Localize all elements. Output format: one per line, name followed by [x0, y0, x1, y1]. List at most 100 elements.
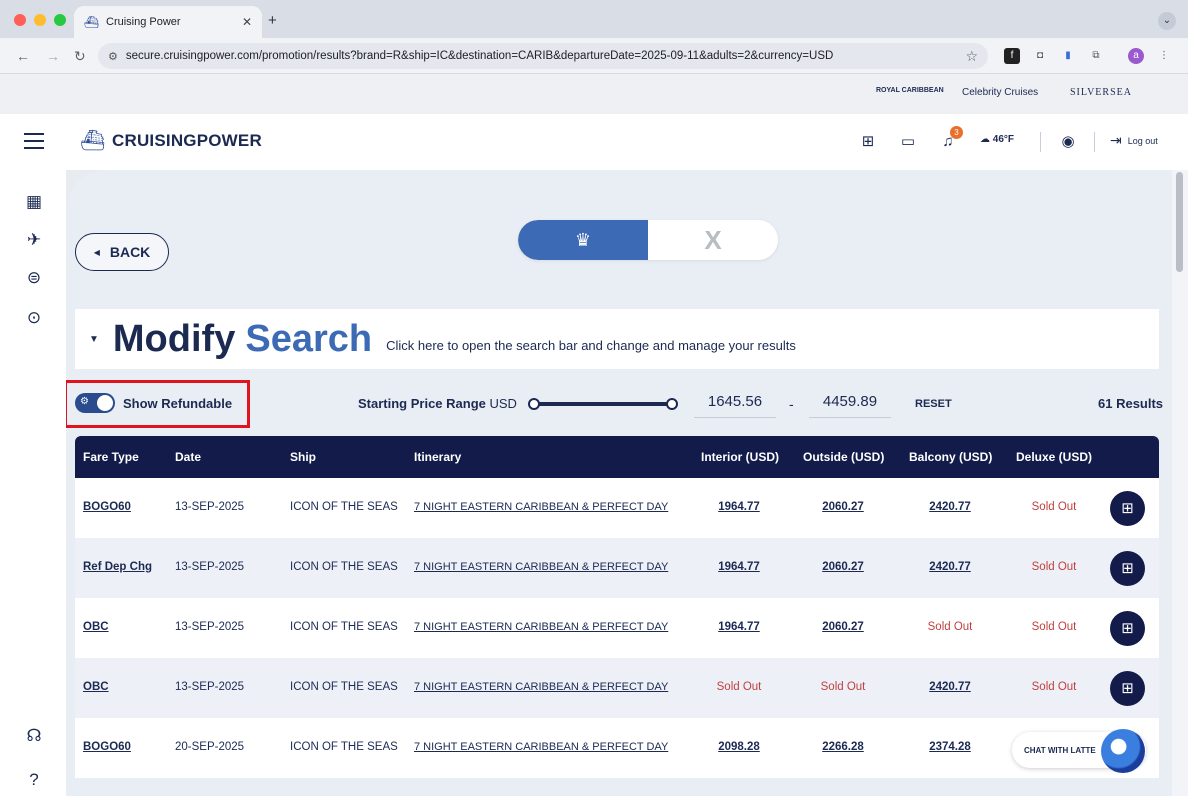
bookmark-star-icon[interactable]: ☆ — [965, 48, 978, 65]
deluxe-price[interactable]: Sold Out — [1014, 621, 1094, 633]
extensions-puzzle-icon[interactable]: ⧉ — [1088, 48, 1104, 64]
royal-caribbean-logo[interactable]: ROYAL CARIBBEAN — [876, 87, 946, 95]
header-balcony: Balcony (USD) — [909, 450, 993, 464]
chat-bubbles-icon[interactable]: ▭ — [898, 132, 918, 152]
forward-arrow-icon[interactable]: → — [46, 48, 60, 64]
back-label: BACK — [109, 244, 151, 260]
modify-search-bar[interactable]: ▼ Modify Search Click here to open the s… — [75, 309, 1159, 369]
browser-tab[interactable]: ⛴ Cruising Power ✕ — [74, 6, 262, 38]
fare-type-link[interactable]: OBC — [83, 681, 109, 693]
reload-icon[interactable]: ↻ — [74, 48, 86, 65]
modify-search-title-part1: Modify — [112, 317, 236, 360]
slider-min-handle[interactable] — [528, 398, 540, 410]
celebrity-toggle-option[interactable]: X — [648, 220, 778, 260]
add-to-calendar-icon[interactable]: ⊞ — [1110, 491, 1145, 526]
account-icon[interactable]: ◉ — [1058, 132, 1078, 152]
max-price-input[interactable]: 4459.89 — [809, 390, 891, 418]
price-range-slider[interactable] — [528, 398, 678, 410]
header-interior: Interior (USD) — [701, 450, 779, 464]
add-to-calendar-icon[interactable]: ⊞ — [1110, 551, 1145, 586]
outside-price[interactable]: 2060.27 — [803, 621, 883, 633]
fare-type-link[interactable]: BOGO60 — [83, 741, 131, 753]
app-header: ⛴ CRUISINGPOWER ⊞ ▭ ♫ 3 ☁ 46°F ◉ ⇥ Log o… — [0, 114, 1188, 170]
min-price-input[interactable]: 1645.56 — [694, 390, 776, 418]
balcony-price[interactable]: 2374.28 — [910, 741, 990, 753]
reset-button[interactable]: RESET — [915, 398, 952, 410]
site-settings-icon[interactable]: ⚙ — [108, 50, 118, 63]
itinerary-link[interactable]: 7 NIGHT EASTERN CARIBBEAN & PERFECT DAY — [414, 561, 668, 573]
url-text: secure.cruisingpower.com/promotion/resul… — [125, 50, 834, 62]
itinerary-link[interactable]: 7 NIGHT EASTERN CARIBBEAN & PERFECT DAY — [414, 501, 668, 513]
calendar-add-icon[interactable]: ▦ — [22, 190, 46, 214]
balcony-price[interactable]: 2420.77 — [910, 681, 990, 693]
show-refundable-toggle[interactable]: ⚙ — [75, 393, 115, 413]
header-outside: Outside (USD) — [803, 450, 885, 464]
interior-price[interactable]: 1964.77 — [699, 561, 779, 573]
circle-menu-icon[interactable]: ⊜ — [22, 266, 46, 290]
silversea-logo[interactable]: SILVERSEA — [1070, 87, 1132, 98]
help-question-icon[interactable]: ? — [22, 768, 46, 792]
address-bar[interactable]: ⚙ secure.cruisingpower.com/promotion/res… — [98, 43, 988, 69]
chat-assistant-icon[interactable] — [1101, 729, 1145, 773]
royal-caribbean-toggle-option[interactable]: ♛ — [518, 220, 648, 260]
browser-menu-icon[interactable]: ⋮ — [1156, 48, 1172, 64]
window-zoom-control[interactable] — [54, 14, 66, 26]
add-to-calendar-icon[interactable]: ⊞ — [1110, 671, 1145, 706]
slider-track — [534, 402, 674, 406]
camera-extension-icon[interactable]: ◘ — [1032, 48, 1048, 64]
weather-temp: 46°F — [992, 134, 1015, 145]
ship-name: ICON OF THE SEAS — [290, 501, 398, 513]
outside-price[interactable]: 2060.27 — [803, 501, 883, 513]
itinerary-link[interactable]: 7 NIGHT EASTERN CARIBBEAN & PERFECT DAY — [414, 681, 668, 693]
left-sidebar: ▦ ✈ ⊜ ⊙ ☊ ? — [0, 170, 66, 796]
scrollbar-thumb[interactable] — [1176, 172, 1183, 272]
deluxe-price[interactable]: Sold Out — [1014, 561, 1094, 573]
outside-price[interactable]: 2060.27 — [803, 561, 883, 573]
itinerary-link[interactable]: 7 NIGHT EASTERN CARIBBEAN & PERFECT DAY — [414, 741, 668, 753]
brand-toggle[interactable]: ♛ X — [518, 220, 778, 260]
celebrity-logo[interactable]: Celebrity Cruises — [962, 87, 1038, 98]
deluxe-price[interactable]: Sold Out — [1014, 501, 1094, 513]
interior-price[interactable]: 1964.77 — [699, 501, 779, 513]
interior-price[interactable]: 1964.77 — [699, 621, 779, 633]
caret-down-icon: ▼ — [89, 333, 99, 345]
ship-name: ICON OF THE SEAS — [290, 681, 398, 693]
header-itinerary: Itinerary — [414, 450, 462, 464]
add-to-calendar-icon[interactable]: ⊞ — [1110, 611, 1145, 646]
back-arrow-icon[interactable]: ← — [16, 48, 30, 64]
modify-search-title-part2: Search — [245, 317, 373, 360]
location-pin-icon[interactable]: ⊙ — [22, 306, 46, 330]
tab-close-icon[interactable]: ✕ — [242, 15, 252, 29]
doc-extension-icon[interactable]: ▮ — [1060, 48, 1076, 64]
itinerary-link[interactable]: 7 NIGHT EASTERN CARIBBEAN & PERFECT DAY — [414, 621, 668, 633]
window-minimize-control[interactable] — [34, 14, 46, 26]
slider-max-handle[interactable] — [666, 398, 678, 410]
back-button[interactable]: ◀ BACK — [75, 233, 169, 271]
outside-price[interactable]: Sold Out — [803, 681, 883, 693]
fare-type-link[interactable]: Ref Dep Chg — [83, 561, 152, 573]
balcony-price[interactable]: Sold Out — [910, 621, 990, 633]
balcony-price[interactable]: 2420.77 — [910, 561, 990, 573]
support-chat-icon[interactable]: ☊ — [22, 724, 46, 748]
fare-type-link[interactable]: BOGO60 — [83, 501, 131, 513]
interior-price[interactable]: Sold Out — [699, 681, 779, 693]
table-row: BOGO60 13-SEP-2025 ICON OF THE SEAS 7 NI… — [75, 478, 1159, 538]
logout-button[interactable]: ⇥ Log out — [1110, 132, 1158, 149]
window-close-control[interactable] — [14, 14, 26, 26]
new-tab-icon[interactable]: + — [268, 12, 277, 29]
hamburger-menu-icon[interactable] — [24, 133, 44, 149]
profile-avatar[interactable]: a — [1128, 48, 1144, 64]
fare-type-link[interactable]: OBC — [83, 621, 109, 633]
airplane-icon[interactable]: ✈ — [22, 228, 46, 252]
deluxe-price[interactable]: Sold Out — [1014, 681, 1094, 693]
interior-price[interactable]: 2098.28 — [699, 741, 779, 753]
balcony-price[interactable]: 2420.77 — [910, 501, 990, 513]
apps-grid-icon[interactable]: ⊞ — [858, 132, 878, 152]
cruisingpower-logo[interactable]: ⛴ CRUISINGPOWER — [80, 129, 262, 153]
chat-label: CHAT WITH LATTE — [1024, 745, 1096, 755]
sailing-date: 20-SEP-2025 — [175, 741, 245, 753]
outside-price[interactable]: 2266.28 — [803, 741, 883, 753]
sailing-date: 13-SEP-2025 — [175, 561, 245, 573]
extension-icon[interactable]: f — [1004, 48, 1020, 64]
tab-search-icon[interactable]: ⌄ — [1158, 12, 1176, 30]
